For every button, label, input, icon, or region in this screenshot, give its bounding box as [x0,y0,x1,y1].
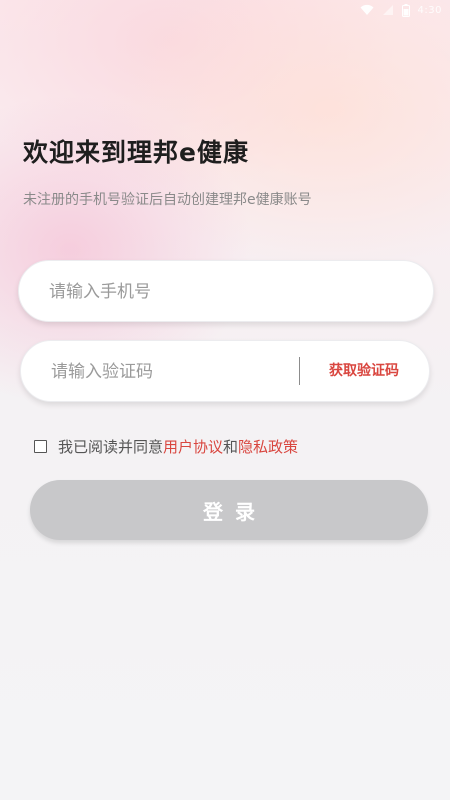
status-bar: 4:30 [360,2,442,18]
user-agreement-link[interactable]: 用户协议 [163,436,223,457]
status-time: 4:30 [417,4,442,16]
phone-field [18,260,434,323]
code-field: 获取验证码 [20,340,430,403]
agreement-checkbox[interactable] [34,439,47,453]
login-button-label: 登录 [203,499,267,524]
page-title: 欢迎来到理邦e健康 [23,138,249,167]
login-page: 4:30 欢迎来到理邦e健康 未注册的手机号验证后自动创建理邦e健康账号 获取验… [0,0,450,800]
login-button[interactable]: 登录 [30,480,428,540]
get-code-button[interactable]: 获取验证码 [329,341,399,401]
agreement-row: 我已阅读并同意 用户协议 和 隐私政策 [34,436,298,456]
wifi-icon [360,4,374,16]
agreement-prefix: 我已阅读并同意 [58,437,164,456]
battery-icon [401,3,410,17]
signal-icon [382,4,394,16]
code-divider [299,357,300,385]
phone-input[interactable] [47,261,411,323]
page-subtitle: 未注册的手机号验证后自动创建理邦e健康账号 [23,192,312,208]
agreement-conjunction: 和 [223,437,239,456]
privacy-policy-link[interactable]: 隐私政策 [238,436,298,457]
code-input[interactable] [49,341,303,403]
